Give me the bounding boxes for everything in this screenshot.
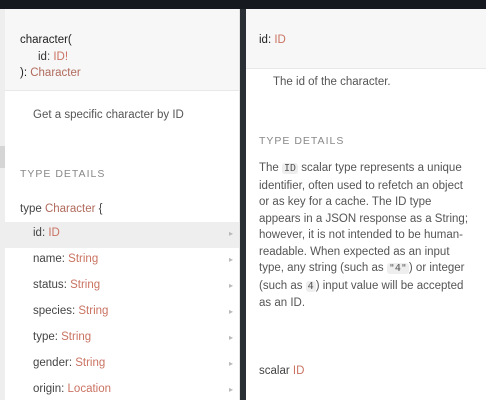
chevron-right-icon: ▸ — [228, 307, 233, 316]
field-row-type-link[interactable]: ID — [48, 227, 60, 239]
field-row-label: origin: Location — [33, 383, 111, 395]
type-field-row-id[interactable]: id: ID ▸ — [5, 222, 239, 248]
arg-name: id — [38, 51, 47, 63]
scalar-declaration: scalar ID — [259, 365, 304, 377]
field-name: character( — [20, 34, 72, 46]
field-row-type-link[interactable]: String — [61, 331, 91, 343]
scalar-description-text-1: The — [259, 162, 283, 174]
type-brace: { — [95, 203, 103, 215]
selected-field-header: id: ID — [246, 9, 486, 69]
inline-code-id: ID — [282, 163, 299, 174]
field-row-name: type — [33, 331, 55, 343]
field-row-name: origin — [33, 383, 62, 395]
field-row-label: status: String — [33, 279, 100, 291]
right-type-details-heading: TYPE DETAILS — [259, 135, 345, 147]
field-row-name: id — [33, 227, 42, 239]
scalar-type-name: ID — [292, 365, 305, 377]
field-signature: character( id: ID! ): Character — [5, 9, 239, 91]
field-row-type-link[interactable]: Location — [68, 383, 111, 395]
scalar-description-text-2: scalar type represents a unique identifi… — [259, 162, 469, 274]
type-field-row-origin[interactable]: origin: Location ▸ — [5, 378, 239, 400]
type-field-row-species[interactable]: species: String ▸ — [5, 300, 239, 326]
chevron-right-icon: ▸ — [228, 229, 233, 238]
type-declaration: type Character { — [20, 203, 102, 215]
field-row-label: species: String — [33, 305, 108, 317]
chevron-right-icon: ▸ — [228, 385, 233, 394]
field-row-type-link[interactable]: String — [70, 279, 100, 291]
field-row-label: id: ID — [33, 227, 60, 239]
inline-code-int-example: 4 — [305, 280, 316, 292]
type-name-link[interactable]: Character — [45, 203, 96, 215]
scalar-keyword: scalar — [259, 365, 293, 377]
selected-field-type-link[interactable]: ID — [274, 34, 286, 46]
chevron-right-icon: ▸ — [228, 281, 233, 290]
field-row-name: gender — [33, 357, 69, 369]
field-row-label: name: String — [33, 253, 98, 265]
field-detail-pane: character( id: ID! ): Character Get a sp… — [5, 9, 240, 400]
field-row-type-link[interactable]: String — [78, 305, 108, 317]
field-row-label: type: String — [33, 331, 91, 343]
signature-line-1: character( — [20, 34, 72, 46]
field-row-name: species — [33, 305, 72, 317]
field-row-type-link[interactable]: String — [68, 253, 98, 265]
return-type-link[interactable]: Character — [30, 67, 81, 79]
field-row-label: gender: String — [33, 357, 105, 369]
selected-field-title: id: ID — [259, 34, 286, 46]
type-details-heading: TYPE DETAILS — [20, 168, 106, 180]
field-row-type-link[interactable]: String — [75, 357, 105, 369]
selected-field-description: The id of the character. — [273, 76, 391, 88]
signature-close: ): — [20, 67, 31, 79]
type-field-row-gender[interactable]: gender: String ▸ — [5, 352, 239, 378]
type-field-row-name[interactable]: name: String ▸ — [5, 248, 239, 274]
field-description: Get a specific character by ID — [33, 109, 184, 121]
type-field-row-status[interactable]: status: String ▸ — [5, 274, 239, 300]
scalar-description: The ID scalar type represents a unique i… — [259, 160, 471, 312]
top-bar — [0, 0, 486, 9]
field-row-name: status — [33, 279, 64, 291]
chevron-right-icon: ▸ — [228, 359, 233, 368]
type-field-row-type[interactable]: type: String ▸ — [5, 326, 239, 352]
signature-line-2: id: ID! — [38, 51, 68, 63]
chevron-right-icon: ▸ — [228, 333, 233, 342]
inline-code-string-example: "4" — [386, 263, 409, 274]
type-keyword: type — [20, 203, 45, 215]
signature-line-3: ): Character — [20, 67, 81, 79]
field-row-name: name — [33, 253, 62, 265]
selected-field-name: id — [259, 34, 268, 46]
chevron-right-icon: ▸ — [228, 255, 233, 264]
type-detail-pane: id: ID The id of the character. TYPE DET… — [246, 9, 486, 400]
arg-type-link[interactable]: ID! — [53, 51, 68, 63]
